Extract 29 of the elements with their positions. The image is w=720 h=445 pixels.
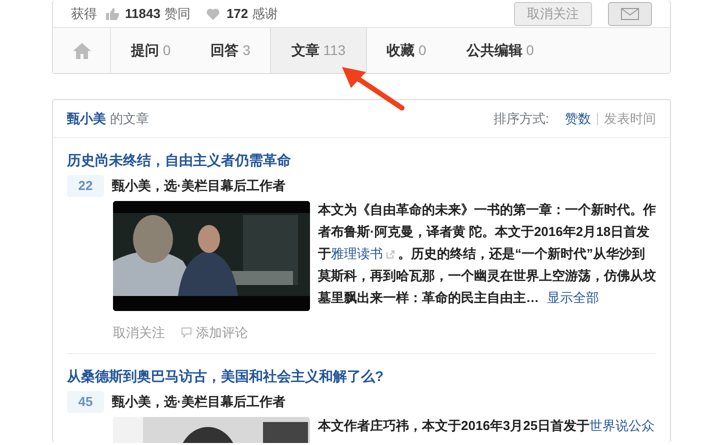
article-excerpt: 本文为《自由革命的未来》一书的第一章：一个新时代。作者布鲁斯·阿克曼，译者黄 陀。本文于2016年2月18日首发于雅理读书 。历史的终结，还是“一个新时代”从华沙到莫斯科，再到哈瓦那，一个幽灵在世界上空游荡，仿佛从坟墓里飘出来一样：革命的民主自由主… 显示全部 [318, 201, 656, 307]
profile-tab[interactable]: 收藏 0 [366, 28, 446, 73]
article-excerpt: 本文作者庄巧祎，本文于2016年3月25日首发于世界说公众 [318, 416, 655, 434]
excerpt-link[interactable]: 世界说公众 [590, 418, 655, 432]
article-author: 甄小美，选·美栏目幕后工作者 [112, 177, 286, 196]
stat-label: 赞同 [164, 4, 190, 23]
excerpt-link[interactable]: 雅理读书 [331, 246, 383, 261]
owner-link[interactable]: 甄小美 [67, 108, 106, 128]
article-title-link[interactable]: 历史尚未终结，自由主义者仍需革命 [67, 150, 656, 171]
mail-icon [621, 8, 639, 20]
section-heading: 的文章 [110, 110, 149, 128]
heart-icon [206, 6, 220, 20]
comment-icon [181, 327, 192, 338]
show-all-link[interactable]: 显示全部 [547, 290, 599, 305]
stat-count: 172 [226, 4, 248, 23]
article-author: 甄小美，选·美栏目幕后工作者 [112, 392, 286, 411]
stat-label: 获得 [71, 4, 97, 23]
sort-label: 排序方式: [493, 110, 549, 128]
home-icon [72, 42, 92, 60]
sort-option[interactable]: 赞数 [565, 108, 591, 128]
profile-tab[interactable]: 回答 3 [190, 28, 270, 73]
profile-tab[interactable]: 文章 113 [270, 28, 367, 73]
profile-tab[interactable]: 公共编辑 0 [446, 28, 554, 73]
profile-tab[interactable]: 提问 0 [111, 28, 191, 73]
article-title-link[interactable]: 从桑德斯到奥巴马访古，美国和社会主义和解了么? [67, 366, 656, 386]
thumbs-up-icon [105, 6, 119, 20]
message-button[interactable] [608, 2, 652, 26]
stat-count: 11843 [125, 4, 160, 23]
stat-label: 感谢 [252, 4, 278, 23]
